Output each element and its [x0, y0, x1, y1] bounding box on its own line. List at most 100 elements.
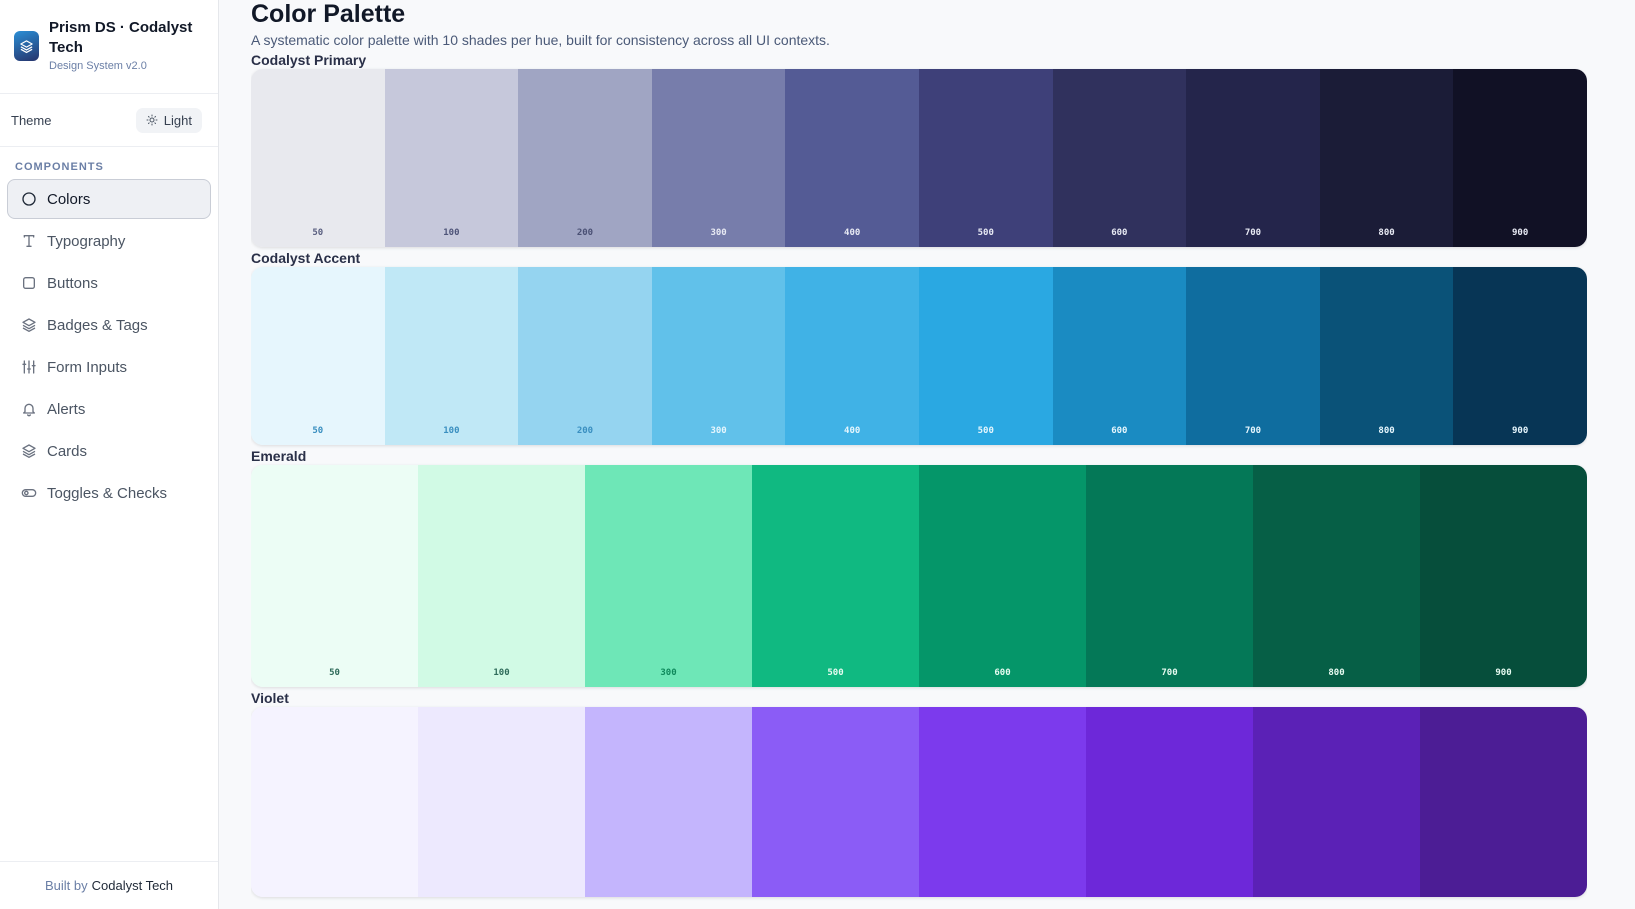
swatch-label: 600 [1111, 426, 1128, 436]
color-swatch[interactable]: 900 [1453, 267, 1587, 445]
sidebar-item-buttons[interactable]: Buttons [7, 263, 211, 303]
sidebar-item-colors[interactable]: Colors [7, 179, 211, 219]
color-swatch[interactable]: 300 [651, 69, 786, 247]
swatch-label: 200 [576, 228, 594, 238]
color-swatch[interactable]: 800 [1319, 69, 1454, 247]
swatch-label: 50 [312, 228, 324, 238]
sidebar-item-toggles-checks[interactable]: Toggles & Checks [7, 473, 211, 513]
layers-icon [22, 444, 36, 458]
palette-name: Violet [251, 690, 289, 706]
page-title: Color Palette [251, 0, 406, 28]
sidebar-item-alerts[interactable]: Alerts [7, 389, 211, 429]
color-swatch[interactable]: 300 [651, 267, 786, 445]
sidebar-item-typography[interactable]: Typography [7, 221, 211, 261]
palette-section: Codalyst Primary 50 100 200 300 400 500 600 700 8… [251, 52, 1587, 247]
sidebar-item-cards[interactable]: Cards [7, 431, 211, 471]
color-swatch[interactable]: 700 [1086, 465, 1253, 687]
color-swatch[interactable]: 800 [1253, 465, 1420, 687]
swatch-label: 500 [977, 426, 994, 436]
color-swatch[interactable]: 100 [384, 267, 519, 445]
color-swatch[interactable] [1086, 707, 1253, 897]
sidebar-item-badges-tags[interactable]: Badges & Tags [7, 305, 211, 345]
swatch-label: 300 [710, 426, 727, 436]
color-swatch[interactable]: 200 [518, 267, 652, 445]
color-swatch[interactable]: 500 [918, 69, 1053, 247]
layers-logo-icon [14, 31, 39, 61]
swatch-label: 700 [1244, 228, 1262, 238]
bell-icon [23, 403, 35, 417]
square-icon [23, 277, 35, 289]
brand[interactable]: Prism DS · Codalyst Tech Design System v… [0, 0, 218, 94]
palette-section: Violet [251, 690, 1587, 897]
color-swatch[interactable]: 400 [785, 267, 919, 445]
footer-prefix: Built by [44, 878, 88, 893]
theme-toggle-button[interactable]: Light [135, 107, 202, 133]
color-swatch[interactable]: 400 [785, 69, 919, 247]
toggle-icon [21, 489, 37, 497]
color-swatch[interactable]: 700 [1186, 69, 1320, 247]
theme-row: Theme Light [0, 94, 218, 147]
color-swatch[interactable]: 700 [1186, 267, 1320, 445]
swatch-label: 900 [1495, 668, 1512, 678]
color-swatch[interactable]: 500 [918, 267, 1053, 445]
footer-author-link[interactable]: Codalyst Tech [92, 878, 173, 893]
nav-section-label: COMPONENTS [15, 161, 104, 173]
sidebar-item-label: Form Inputs [47, 358, 128, 376]
page-subtitle: A systematic color palette with 10 shade… [251, 32, 830, 48]
layers-icon [22, 318, 36, 332]
sidebar: Prism DS · Codalyst Tech Design System v… [0, 0, 219, 909]
color-swatch[interactable]: 300 [585, 465, 752, 687]
color-swatch[interactable]: 200 [518, 69, 652, 247]
sun-icon [146, 114, 158, 126]
swatch-label: 200 [576, 426, 594, 436]
color-swatch[interactable] [418, 707, 585, 897]
swatch-label: 100 [443, 228, 460, 238]
swatch-label: 800 [1378, 426, 1395, 436]
swatch-row [251, 707, 1587, 897]
color-swatch[interactable]: 600 [919, 465, 1086, 687]
sidebar-item-label: Cards [47, 442, 88, 460]
palette-section: Emerald 50 100 300 500 600 700 800 900 [251, 448, 1587, 687]
sidebar-footer: Built by Codalyst Tech [0, 861, 218, 909]
swatch-label: 400 [844, 426, 861, 436]
color-swatch[interactable]: 100 [384, 69, 519, 247]
palette-name: Codalyst Accent [251, 250, 361, 266]
sliders-icon [22, 360, 36, 374]
swatch-label: 700 [1161, 668, 1178, 678]
swatch-label: 800 [1328, 668, 1345, 678]
color-swatch[interactable] [1253, 707, 1420, 897]
color-swatch[interactable]: 50 [251, 267, 385, 445]
color-swatch[interactable] [251, 707, 418, 897]
color-swatch[interactable] [1420, 707, 1587, 897]
color-swatch[interactable] [919, 707, 1086, 897]
color-swatch[interactable]: 800 [1319, 267, 1454, 445]
color-swatch[interactable] [585, 707, 752, 897]
swatch-label: 600 [994, 668, 1011, 678]
palette-list: Codalyst Primary 50 100 200 300 400 500 600 700 8… [251, 52, 1587, 897]
swatch-row: 50 100 200 300 400 500 600 700 800 900 [251, 69, 1587, 247]
brand-name: Prism DS · Codalyst Tech [49, 19, 193, 56]
sidebar-item-label: Typography [47, 232, 126, 250]
swatch-label: 500 [977, 228, 994, 238]
brand-subtitle: Design System v2.0 [49, 60, 147, 72]
swatch-label: 800 [1378, 228, 1395, 238]
color-swatch[interactable]: 600 [1052, 267, 1187, 445]
swatch-label: 400 [844, 228, 861, 238]
color-swatch[interactable]: 500 [752, 465, 919, 687]
color-swatch[interactable]: 900 [1453, 69, 1587, 247]
swatch-label: 600 [1111, 228, 1128, 238]
color-swatch[interactable]: 50 [251, 69, 385, 247]
palette-name: Codalyst Primary [251, 52, 367, 68]
color-swatch[interactable]: 100 [418, 465, 585, 687]
type-icon [23, 235, 35, 247]
sidebar-item-form-inputs[interactable]: Form Inputs [7, 347, 211, 387]
palette-section: Codalyst Accent 50 100 200 300 400 500 600 700 80… [251, 250, 1587, 445]
color-swatch[interactable]: 600 [1052, 69, 1187, 247]
swatch-label: 50 [312, 426, 324, 436]
color-swatch[interactable] [752, 707, 919, 897]
swatch-label: 300 [710, 228, 727, 238]
color-swatch[interactable]: 900 [1420, 465, 1587, 687]
color-swatch[interactable]: 50 [251, 465, 418, 687]
swatch-label: 900 [1512, 426, 1529, 436]
theme-button-label: Light [163, 112, 192, 128]
